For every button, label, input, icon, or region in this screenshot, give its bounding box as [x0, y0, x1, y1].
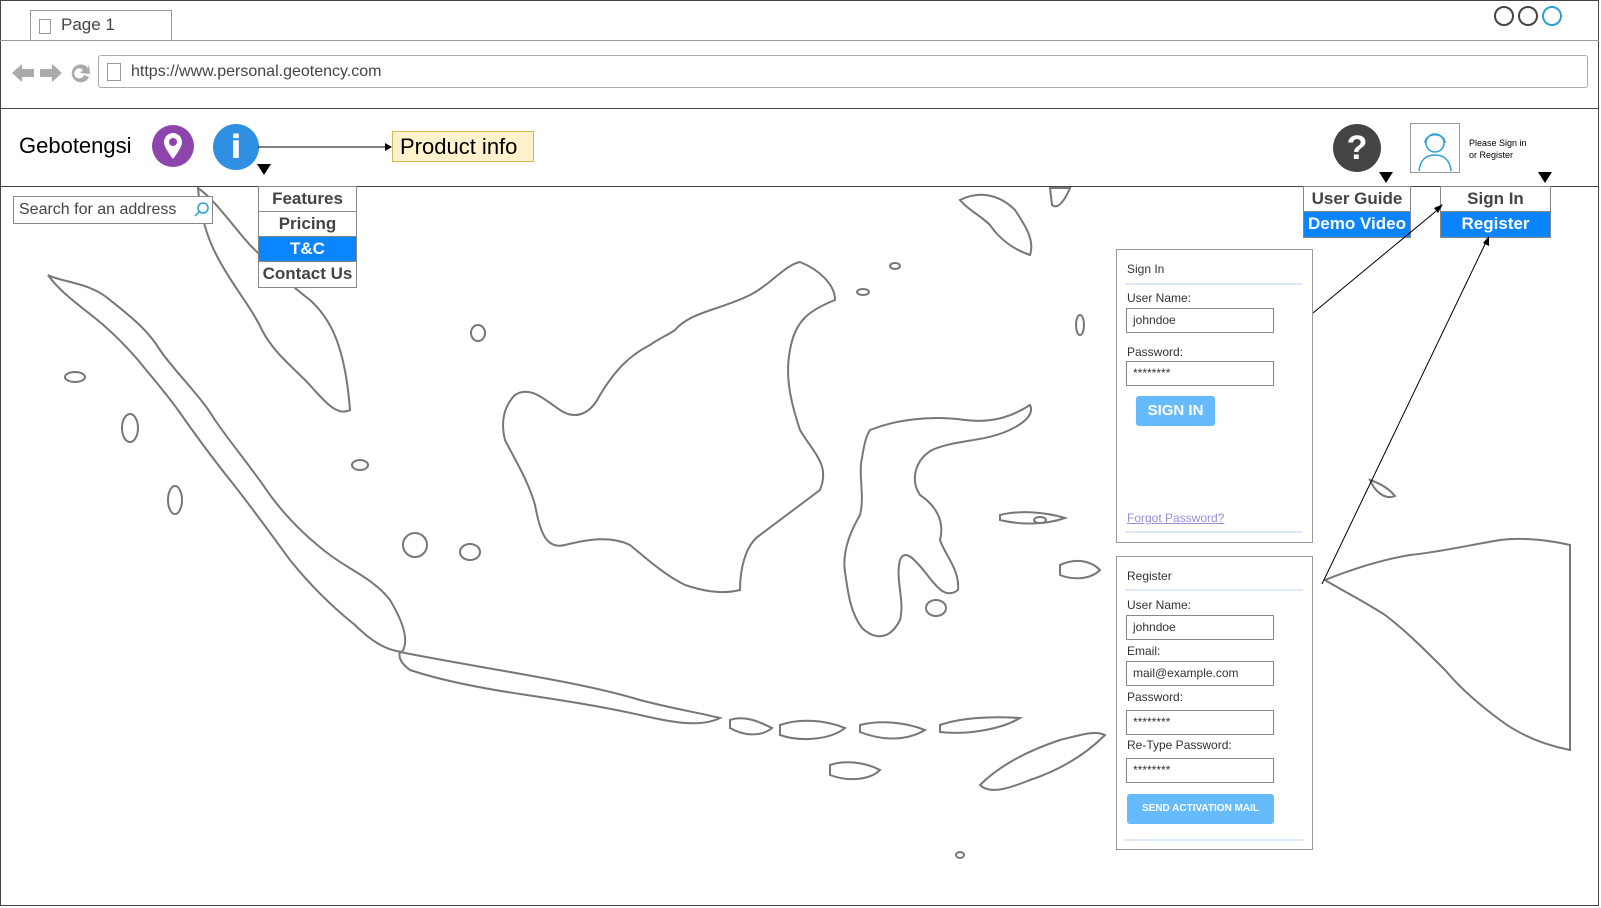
reg-password-field[interactable]: ******** — [1126, 710, 1274, 735]
browser-tab[interactable]: Page 1 — [30, 10, 172, 40]
sign-in-button[interactable]: SIGN IN — [1136, 396, 1215, 426]
dropdown-arrow-icon[interactable] — [1379, 172, 1393, 183]
forward-arrow-icon[interactable] — [40, 64, 62, 82]
tab-bar — [0, 0, 1599, 41]
divider — [1125, 839, 1303, 841]
connector-arrow — [258, 143, 392, 151]
reg-email-field[interactable]: mail@example.com — [1126, 661, 1274, 686]
tab-label: Page 1 — [61, 15, 115, 34]
sign-in-panel: Sign In User Name: johndoe Password: ***… — [1116, 249, 1313, 543]
location-pin-icon[interactable] — [152, 125, 194, 167]
url-text: https://www.personal.geotency.com — [131, 63, 382, 80]
page-icon — [107, 63, 121, 81]
reg-retype-label: Re-Type Password: — [1127, 738, 1232, 752]
divider — [1125, 283, 1303, 285]
username-field[interactable]: johndoe — [1126, 308, 1274, 333]
register-title: Register — [1127, 569, 1172, 583]
reg-password-label: Password: — [1127, 690, 1184, 704]
reg-retype-field[interactable]: ******** — [1126, 758, 1274, 783]
help-icon[interactable]: ? — [1333, 124, 1381, 172]
menu-item-contact-us[interactable]: Contact Us — [259, 262, 356, 287]
username-label: User Name: — [1127, 291, 1192, 305]
product-dropdown-menu: Features Pricing T&C Contact Us — [258, 186, 357, 288]
panel-connectors — [1312, 204, 1489, 585]
password-label: Password: — [1127, 345, 1184, 359]
location-pin-glyph — [164, 133, 182, 159]
forgot-password-link[interactable]: Forgot Password? — [1127, 511, 1224, 525]
send-activation-button[interactable]: SEND ACTIVATION MAIL — [1127, 794, 1274, 824]
search-icon[interactable] — [194, 202, 210, 218]
search-input[interactable]: Search for an address — [13, 196, 213, 224]
app-title: Gebotengsi — [19, 133, 132, 158]
register-panel: Register User Name: johndoe Email: mail@… — [1116, 556, 1313, 850]
dropdown-arrow-icon[interactable] — [257, 164, 271, 175]
info-icon[interactable]: i — [213, 124, 259, 170]
back-arrow-icon[interactable] — [12, 64, 34, 82]
dropdown-arrow-icon[interactable] — [1538, 172, 1552, 183]
sign-in-hint: Please Sign in or Register — [1469, 137, 1527, 161]
password-field[interactable]: ******** — [1126, 361, 1274, 386]
menu-item-pricing[interactable]: Pricing — [259, 212, 356, 237]
sign-hint-line1: Please Sign in — [1469, 138, 1527, 148]
menu-item-features[interactable]: Features — [259, 187, 356, 212]
reload-icon[interactable] — [71, 64, 90, 83]
page-icon — [39, 19, 51, 34]
window-close-icon[interactable] — [1542, 6, 1562, 26]
reg-username-label: User Name: — [1127, 598, 1192, 612]
user-avatar-glyph — [1418, 133, 1452, 172]
menu-item-tnc[interactable]: T&C — [259, 237, 356, 262]
sign-hint-line2: or Register — [1469, 150, 1514, 160]
divider — [1125, 531, 1303, 533]
reg-email-label: Email: — [1127, 644, 1161, 658]
sign-in-title: Sign In — [1127, 262, 1165, 276]
search-placeholder: Search for an address — [19, 201, 177, 218]
product-info-note: Product info — [392, 131, 534, 162]
reg-username-field[interactable]: johndoe — [1126, 615, 1274, 640]
user-avatar-icon[interactable] — [1410, 123, 1460, 173]
window-minimize-icon[interactable] — [1494, 6, 1514, 26]
nav-controls — [12, 64, 90, 83]
divider — [1125, 589, 1303, 591]
url-field[interactable]: https://www.personal.geotency.com — [98, 55, 1588, 88]
window-maximize-icon[interactable] — [1518, 6, 1538, 26]
